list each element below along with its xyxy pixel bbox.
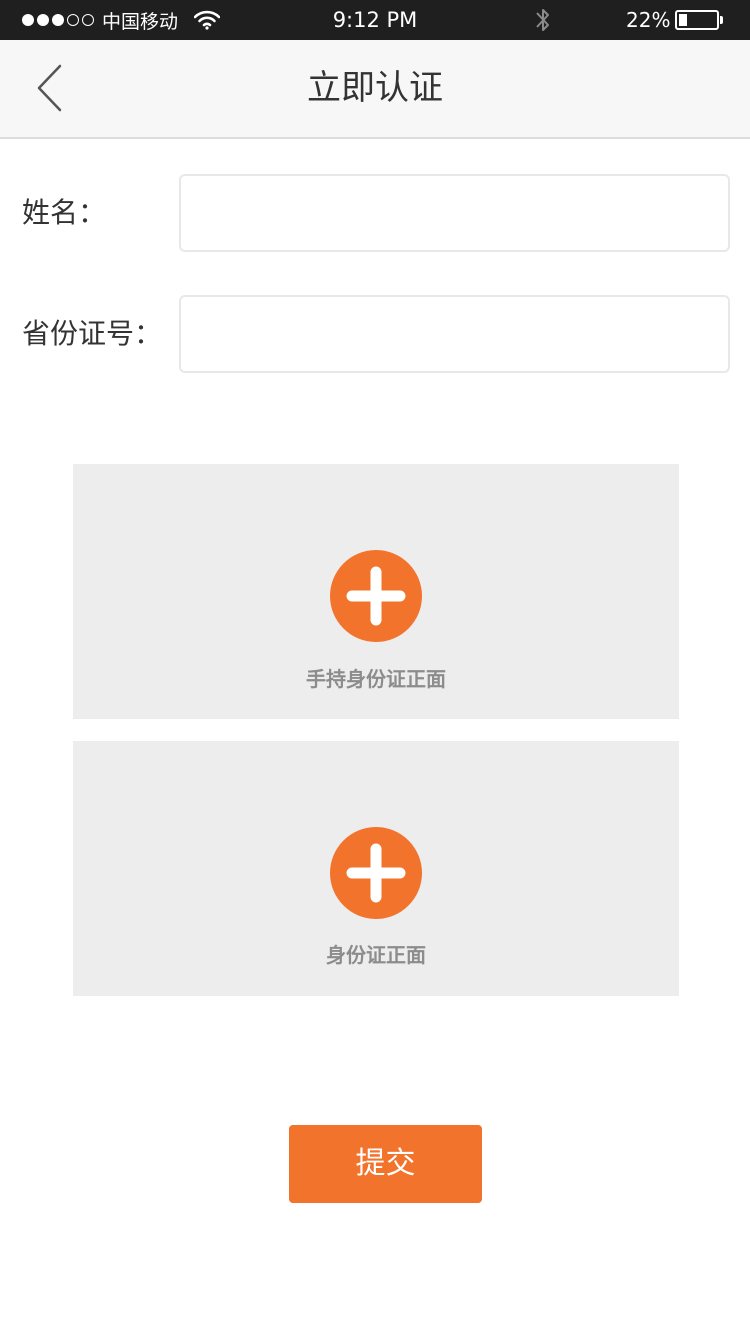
upload-label-id-front: 身份证正面	[326, 943, 426, 967]
upload-handheld-id-front[interactable]: 手持身份证正面	[73, 464, 679, 719]
plus-circle-icon	[330, 550, 422, 642]
id-number-label: 省份证号：	[22, 317, 163, 350]
battery-cap	[720, 16, 723, 24]
battery-level-fill	[679, 14, 687, 26]
upload-id-front[interactable]: 身份证正面	[73, 741, 679, 996]
status-bar: 中国移动 9:12 PM 22%	[0, 0, 750, 40]
bluetooth-icon	[536, 9, 549, 31]
id-number-input[interactable]	[179, 295, 730, 373]
plus-circle-icon	[330, 827, 422, 919]
id-number-row: 省份证号：	[0, 295, 750, 373]
name-row: 姓名：	[0, 174, 750, 252]
upload-label-handheld: 手持身份证正面	[306, 667, 446, 691]
submit-button[interactable]: 提交	[289, 1125, 482, 1203]
battery-icon	[675, 10, 719, 30]
nav-bar: 立即认证	[0, 40, 750, 139]
page-title: 立即认证	[307, 68, 443, 108]
battery-percent: 22%	[626, 8, 671, 32]
name-label: 姓名：	[22, 196, 107, 229]
name-input[interactable]	[179, 174, 730, 252]
